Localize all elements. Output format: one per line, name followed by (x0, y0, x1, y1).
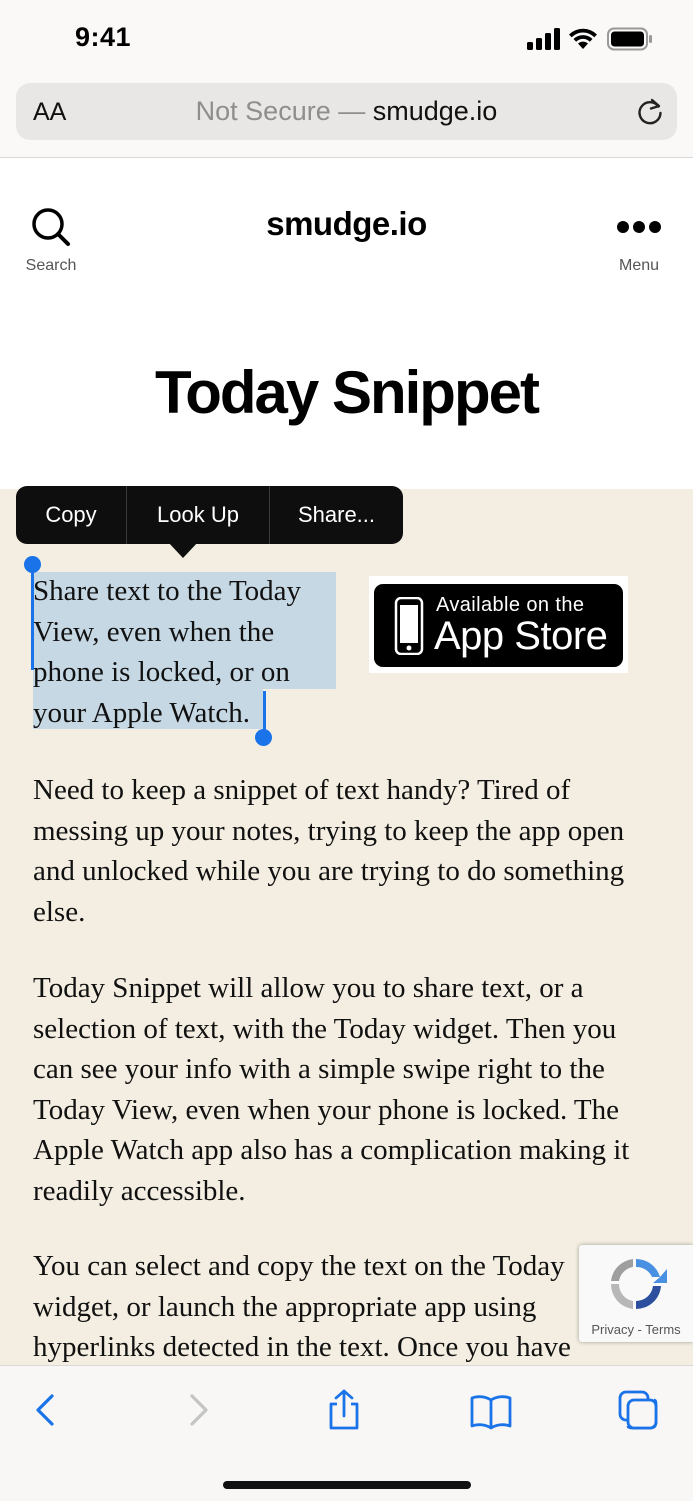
tabs-icon[interactable] (616, 1388, 660, 1432)
selected-paragraph[interactable]: Share text to the Today View, even when … (33, 571, 338, 733)
status-bar: 9:41 (0, 0, 693, 80)
recaptcha-icon (610, 1259, 667, 1310)
url-host: smudge.io (372, 96, 498, 126)
selection-context-menu: Copy Look Up Share... (16, 486, 403, 544)
selection-start-handle[interactable] (24, 556, 41, 573)
menu-button[interactable]: Menu (608, 206, 670, 275)
menu-label: Menu (618, 257, 660, 274)
status-time: 9:41 (75, 22, 132, 52)
look-up-menu-item[interactable]: Look Up (127, 486, 269, 544)
recaptcha-links[interactable]: Privacy - Terms (579, 1322, 693, 1337)
paragraph: You can select and copy the text on the … (33, 1250, 571, 1363)
paragraph: Today Snippet will allow you to share te… (33, 972, 630, 1207)
context-menu-pointer (168, 542, 198, 558)
paragraph: Need to keep a snippet of text handy? Ti… (33, 774, 625, 928)
reload-icon[interactable] (635, 97, 665, 127)
site-name[interactable]: smudge.io (0, 205, 693, 243)
wifi-icon (569, 28, 597, 49)
browser-toolbar (0, 1365, 693, 1501)
home-indicator (223, 1481, 471, 1489)
back-icon[interactable] (24, 1388, 68, 1432)
badge-line2: App Store (434, 614, 608, 658)
copy-menu-item[interactable]: Copy (16, 486, 126, 544)
more-dots-icon (617, 221, 661, 233)
address-bar[interactable]: AA Not Secure — smudge.io (16, 83, 677, 140)
not-secure-label: Not Secure — (195, 96, 366, 126)
page-title: Today Snippet (155, 359, 540, 426)
share-icon[interactable] (322, 1388, 366, 1432)
search-label: Search (25, 257, 77, 274)
selection-end-caret (263, 691, 266, 733)
selection-start-caret (31, 572, 34, 670)
recaptcha-badge[interactable]: Privacy - Terms (579, 1245, 693, 1342)
iphone-icon (394, 597, 424, 655)
cellular-signal-icon (527, 28, 560, 50)
battery-icon (607, 27, 652, 51)
site-header: Search smudge.io Menu Today Snippet (0, 158, 693, 489)
url-field[interactable]: Not Secure — smudge.io (16, 96, 677, 127)
forward-icon[interactable] (176, 1388, 220, 1432)
selection-end-handle[interactable] (255, 729, 272, 746)
article-content: Share text to the Today View, even when … (0, 489, 693, 1365)
bookmarks-icon[interactable] (469, 1388, 513, 1432)
app-store-badge[interactable]: Available on the App Store (369, 576, 628, 673)
share-menu-item[interactable]: Share... (270, 486, 403, 544)
